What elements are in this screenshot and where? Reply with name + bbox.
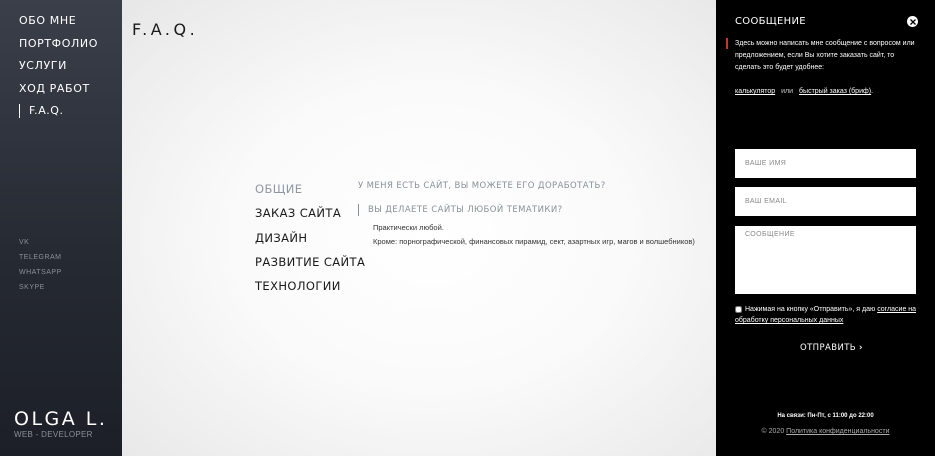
intro-marker: [726, 38, 728, 49]
brief-link[interactable]: быстрый заказ (бриф): [799, 88, 871, 95]
faq-category-design[interactable]: Дизайн: [255, 231, 365, 255]
links-end: .: [871, 88, 874, 95]
calculator-link[interactable]: калькулятор: [735, 88, 775, 95]
social-link-telegram[interactable]: Telegram: [19, 253, 62, 268]
nav-item-portfolio[interactable]: Портфолио: [19, 37, 98, 60]
panel-footer: © 2020 Политика конфиденциальности: [716, 428, 935, 435]
consent-text: Нажимая на кнопку «Отправить», я даю: [745, 306, 876, 313]
panel-title: Сообщение: [735, 16, 806, 27]
message-panel: Сообщение Здесь можно написать мне сообщ…: [716, 0, 935, 456]
chevron-right-icon: ›: [859, 343, 863, 353]
nav-item-faq[interactable]: F.A.Q.: [19, 104, 98, 127]
faq-category-general[interactable]: Общие: [255, 182, 365, 206]
social-link-vk[interactable]: VK: [19, 238, 62, 253]
brand-block[interactable]: OLGA L. WEB - DEVELOPER: [14, 408, 107, 440]
privacy-policy-link[interactable]: Политика конфиденциальности: [786, 428, 889, 435]
name-input[interactable]: [735, 149, 916, 178]
submit-label: Отправить: [800, 343, 857, 353]
nav-item-workflow[interactable]: Ход работ: [19, 82, 98, 105]
social-links: VK Telegram WhatsApp Skype: [19, 238, 62, 298]
links-separator: или: [781, 88, 794, 95]
social-link-whatsapp[interactable]: WhatsApp: [19, 268, 62, 283]
email-input[interactable]: [735, 187, 916, 216]
faq-answer-line: Кроме: порнографической, финансовых пира…: [373, 237, 695, 246]
nav-item-services[interactable]: Услуги: [19, 59, 98, 82]
faq-main: F.A.Q. Общие Заказ сайта Дизайн Развитие…: [122, 0, 716, 456]
social-link-skype[interactable]: Skype: [19, 283, 62, 298]
nav-item-about[interactable]: Обо мне: [19, 14, 98, 37]
copyright-text: © 2020: [761, 428, 785, 435]
close-icon[interactable]: [907, 16, 918, 27]
brand-name: OLGA L.: [14, 408, 108, 430]
faq-answer: Практически любой. Кроме: порнографическ…: [358, 223, 716, 247]
faq-category-order[interactable]: Заказ сайта: [255, 206, 365, 230]
page-title: F.A.Q.: [132, 20, 199, 39]
faq-categories: Общие Заказ сайта Дизайн Развитие сайта …: [255, 182, 365, 303]
contact-hours: На связи: Пн-Пт, с 11:00 до 22:00: [777, 413, 874, 419]
faq-question-open[interactable]: Вы делаете сайты любой тематики?: [358, 204, 716, 216]
submit-button[interactable]: Отправить ›: [800, 342, 863, 354]
order-links: калькулятор или быстрый заказ (бриф).: [735, 86, 873, 98]
consent-row: Нажимая на кнопку «Отправить», я даю сог…: [735, 304, 919, 326]
faq-question[interactable]: У меня есть сайт, вы можете его доработа…: [358, 180, 716, 192]
brand-subtitle: WEB - DEVELOPER: [14, 430, 93, 439]
faq-questions: У меня есть сайт, вы можете его доработа…: [358, 180, 716, 251]
main-nav: Обо мне Портфолио Услуги Ход работ F.A.Q…: [19, 14, 98, 127]
message-textarea[interactable]: [735, 226, 916, 294]
faq-category-technologies[interactable]: Технологии: [255, 279, 365, 303]
faq-answer-line: Практически любой.: [373, 223, 444, 232]
faq-category-development[interactable]: Развитие сайта: [255, 255, 365, 279]
consent-checkbox[interactable]: [735, 305, 742, 313]
left-sidebar: Обо мне Портфолио Услуги Ход работ F.A.Q…: [0, 0, 122, 456]
panel-intro-text: Здесь можно написать мне сообщение с воп…: [735, 40, 915, 71]
